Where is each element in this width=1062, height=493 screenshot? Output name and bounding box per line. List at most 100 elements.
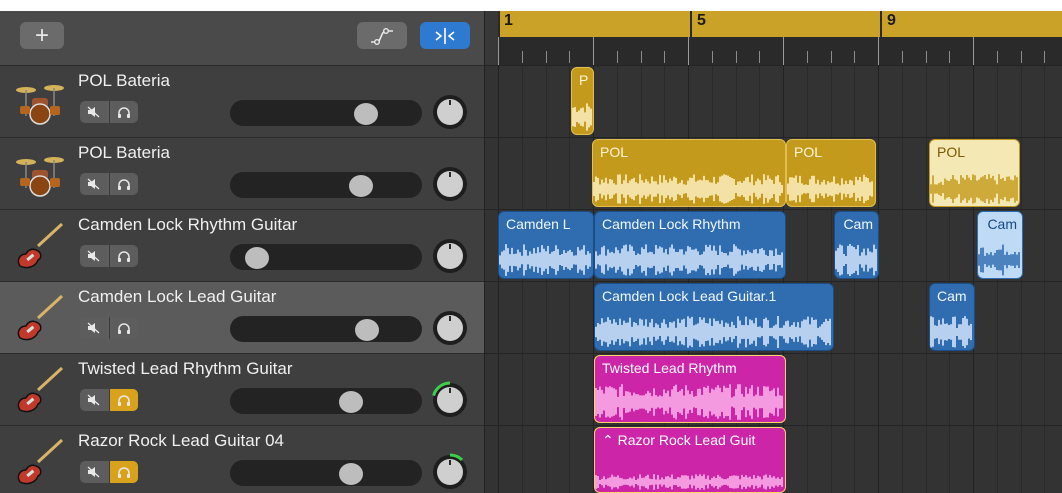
track-header-3[interactable]: Camden Lock Rhythm Guitar bbox=[0, 209, 485, 281]
speaker-muted-icon bbox=[87, 178, 100, 190]
ruler-tick bbox=[569, 51, 571, 63]
volume-slider-knob[interactable] bbox=[338, 391, 363, 413]
ruler-tick bbox=[973, 37, 974, 65]
track-name[interactable]: POL Bateria bbox=[78, 143, 170, 163]
headphones-icon bbox=[117, 250, 130, 262]
mute-solo-group bbox=[80, 173, 138, 195]
pan-knob[interactable] bbox=[431, 453, 469, 491]
audio-region[interactable]: POL bbox=[786, 139, 876, 207]
volume-slider[interactable] bbox=[230, 460, 422, 486]
bar-number: 9 bbox=[887, 12, 896, 29]
electric-guitar-icon bbox=[17, 294, 64, 341]
audio-region[interactable]: Cam bbox=[929, 283, 975, 351]
mute-solo-group bbox=[80, 101, 138, 123]
electric-guitar-icon bbox=[17, 366, 64, 413]
solo-button[interactable] bbox=[108, 389, 138, 411]
speaker-muted-icon bbox=[87, 106, 100, 118]
add-track-button[interactable]: + bbox=[20, 22, 64, 49]
track-name[interactable]: POL Bateria bbox=[78, 71, 170, 91]
waveform bbox=[835, 244, 877, 276]
track-header-1[interactable]: POL Bateria bbox=[0, 65, 485, 137]
ruler-tick bbox=[901, 51, 903, 63]
ruler-tick bbox=[854, 51, 856, 63]
audio-region[interactable]: Twisted Lead Rhythm bbox=[594, 355, 786, 423]
ruler-tick bbox=[593, 37, 594, 65]
solo-button[interactable] bbox=[108, 317, 139, 339]
volume-slider[interactable] bbox=[230, 388, 422, 414]
track-name[interactable]: Razor Rock Lead Guitar 04 bbox=[78, 431, 284, 451]
ruler-tick bbox=[640, 51, 642, 63]
volume-slider-knob[interactable] bbox=[353, 103, 378, 125]
volume-slider[interactable] bbox=[230, 172, 422, 198]
headphones-icon bbox=[117, 394, 130, 406]
smart-controls-icon bbox=[435, 27, 455, 44]
mute-button[interactable] bbox=[80, 461, 109, 483]
ruler-tick bbox=[1044, 51, 1046, 63]
solo-button[interactable] bbox=[108, 461, 138, 483]
region-label: Cam bbox=[987, 216, 1017, 232]
region-label: Camden L bbox=[506, 216, 571, 232]
automation-button[interactable] bbox=[357, 22, 407, 49]
track-header-4[interactable]: Camden Lock Lead Guitar bbox=[0, 281, 485, 353]
bar-ruler[interactable]: 1 5 9 bbox=[498, 11, 1062, 37]
region-label: Camden Lock Lead Guitar.1 bbox=[602, 288, 777, 304]
track-header-5[interactable]: Twisted Lead Rhythm Guitar bbox=[0, 353, 485, 425]
waveform bbox=[593, 174, 783, 204]
audio-region[interactable]: Camden Lock Lead Guitar.1 bbox=[594, 283, 834, 351]
region-label: POL bbox=[794, 144, 823, 160]
audio-region[interactable]: Cam bbox=[834, 211, 879, 279]
timeline-ruler[interactable]: 1 5 9 bbox=[498, 11, 1062, 65]
volume-slider-knob[interactable] bbox=[355, 319, 380, 341]
volume-slider[interactable] bbox=[230, 316, 422, 342]
drum-kit-icon bbox=[16, 85, 64, 125]
pan-knob[interactable] bbox=[431, 381, 469, 419]
pan-knob[interactable] bbox=[431, 165, 469, 203]
smart-controls-button[interactable] bbox=[420, 22, 470, 49]
solo-button[interactable] bbox=[108, 173, 139, 195]
solo-button[interactable] bbox=[108, 101, 139, 123]
volume-slider[interactable] bbox=[230, 100, 422, 126]
region-label: Cam bbox=[937, 288, 967, 304]
audio-region[interactable]: P bbox=[571, 67, 594, 135]
track-name[interactable]: Camden Lock Lead Guitar bbox=[78, 287, 276, 307]
drum-kit-icon bbox=[16, 157, 64, 197]
volume-slider-knob[interactable] bbox=[348, 175, 373, 197]
mute-button[interactable] bbox=[80, 317, 109, 339]
automation-curve-icon bbox=[371, 27, 393, 45]
ruler-tick bbox=[996, 51, 998, 63]
audio-region-selected[interactable]: Cam bbox=[977, 211, 1023, 279]
solo-button[interactable] bbox=[108, 245, 139, 267]
mute-button[interactable] bbox=[80, 245, 109, 267]
headphones-icon bbox=[117, 322, 130, 334]
mute-button[interactable] bbox=[80, 389, 109, 411]
ruler-tick bbox=[949, 51, 951, 63]
headphones-icon bbox=[117, 106, 130, 118]
region-label: Twisted Lead Rhythm bbox=[602, 360, 737, 376]
bar-marker bbox=[690, 11, 692, 37]
mute-button[interactable] bbox=[80, 173, 109, 195]
waveform bbox=[595, 474, 783, 490]
audio-region[interactable]: Camden L bbox=[498, 211, 594, 279]
pan-knob[interactable] bbox=[431, 93, 469, 131]
volume-slider-knob[interactable] bbox=[338, 463, 363, 485]
track-name[interactable]: Camden Lock Rhythm Guitar bbox=[78, 215, 297, 235]
track-name[interactable]: Twisted Lead Rhythm Guitar bbox=[78, 359, 292, 379]
tracks-area[interactable]: P POL POL POL Camden L Camden Lock Rhyth… bbox=[485, 65, 1062, 493]
waveform bbox=[595, 384, 783, 420]
audio-region[interactable]: POL bbox=[592, 139, 786, 207]
mute-button[interactable] bbox=[80, 101, 109, 123]
track-header-6[interactable]: Razor Rock Lead Guitar 04 bbox=[0, 425, 485, 493]
volume-slider-knob[interactable] bbox=[244, 247, 269, 269]
waveform bbox=[499, 244, 591, 276]
ruler-tick bbox=[759, 51, 761, 63]
waveform bbox=[595, 316, 831, 348]
audio-region[interactable]: Camden Lock Rhythm bbox=[594, 211, 786, 279]
region-label: ⌃ Razor Rock Lead Guit bbox=[602, 432, 756, 448]
pan-knob[interactable] bbox=[431, 237, 469, 275]
track-header-2[interactable]: POL Bateria bbox=[0, 137, 485, 209]
waveform bbox=[572, 103, 592, 131]
ruler-tick bbox=[925, 51, 927, 63]
audio-region-selected[interactable]: POL bbox=[929, 139, 1020, 207]
audio-region[interactable]: ⌃ Razor Rock Lead Guit bbox=[594, 427, 786, 493]
pan-knob[interactable] bbox=[431, 309, 469, 347]
